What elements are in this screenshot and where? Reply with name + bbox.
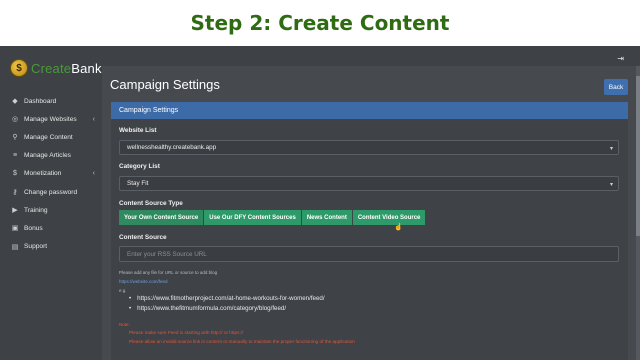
sidebar-item-label: Bonus	[24, 224, 43, 232]
sidebar-item-label: Change password	[24, 188, 78, 196]
card-title: Campaign Settings	[111, 102, 628, 119]
sidebar-item-manage-articles[interactable]: ≡ Manage Articles	[0, 147, 102, 165]
rss-source-placeholder: Enter your RSS Source URL	[127, 250, 207, 258]
page-header: Campaign Settings Back	[110, 70, 628, 100]
category-select-value: Stay Fit	[127, 180, 149, 187]
tab-content-video-source[interactable]: Content Video Source	[352, 210, 426, 225]
website-select[interactable]: wellnesshealthy.createbank.app ▾	[119, 140, 619, 155]
sidebar-item-training[interactable]: ▶ Training	[0, 201, 102, 219]
website-list-label: Website List	[119, 127, 157, 134]
scrollbar[interactable]	[636, 66, 640, 360]
content-source-label: Content Source	[119, 234, 167, 241]
sidebar: $ CreateBank ◆ Dashboard ◎ Manage Websites…	[0, 46, 102, 360]
list-item: Please allow an invalid source link in c…	[129, 339, 355, 344]
logo-text: CreateBank	[31, 61, 102, 76]
logout-icon[interactable]: ⇥	[617, 54, 624, 63]
list-item: Please make sure Feed is starting with h…	[129, 330, 244, 335]
website-select-value: wellnesshealthy.createbank.app	[127, 144, 217, 151]
sidebar-item-label: Manage Content	[24, 133, 73, 141]
globe-icon: ◎	[11, 116, 19, 124]
source-type-tabs: Your Own Content Source Use Our DFY Cont…	[119, 210, 426, 225]
sidebar-item-label: Support	[24, 243, 48, 251]
notes-list: Please make sure Feed is starting with h…	[129, 328, 355, 346]
dollar-icon: $	[13, 170, 17, 178]
chevron-down-icon: ▾	[609, 146, 613, 152]
category-select[interactable]: Stay Fit ▾	[119, 176, 619, 191]
mouse-pointer-icon: ☝	[394, 224, 403, 231]
logo-prefix: Create	[31, 60, 72, 76]
chevron-down-icon: ▾	[609, 182, 613, 188]
sidebar-item-monetization[interactable]: $ Monetization ‹	[0, 165, 102, 183]
page-title: Campaign Settings	[110, 77, 220, 92]
createbank-logo[interactable]: $ CreateBank	[10, 58, 102, 78]
coin-logo-icon: $	[10, 59, 28, 77]
sidebar-item-label: Training	[24, 206, 48, 214]
back-button[interactable]: Back	[604, 79, 628, 95]
logo-suffix: Bank	[71, 60, 102, 76]
step-banner: Step 2: Create Content	[0, 0, 640, 46]
sidebar-item-change-password[interactable]: ⚷ Change password	[0, 183, 102, 201]
main-content: Campaign Settings Back Campaign Settings…	[102, 66, 640, 360]
tab-news-content[interactable]: News Content	[301, 210, 352, 225]
example-label: e.g.	[119, 288, 127, 293]
content-source-type-label: Content Source Type	[119, 200, 183, 207]
campaign-settings-card: Campaign Settings Website List wellnessh…	[111, 102, 628, 360]
sidebar-nav: ◆ Dashboard ◎ Manage Websites ‹ ⚲ Manage Con…	[0, 92, 102, 256]
scrollbar-thumb[interactable]	[636, 76, 640, 236]
support-icon: ▤	[11, 243, 19, 251]
step-title: Step 2: Create Content	[190, 11, 450, 35]
rss-source-input[interactable]: Enter your RSS Source URL	[119, 246, 619, 262]
search-icon: ⚲	[12, 134, 18, 142]
app-window: $ CreateBank ◆ Dashboard ◎ Manage Websites…	[0, 46, 640, 360]
list-icon: ≡	[12, 152, 18, 160]
sidebar-item-label: Monetization	[24, 170, 62, 178]
sidebar-item-label: Manage Articles	[24, 152, 71, 160]
list-item: https://www.fitmotherproject.com/at-home…	[129, 293, 324, 303]
key-icon: ⚷	[12, 189, 18, 197]
chevron-left-icon: ‹	[92, 170, 95, 178]
helper-link[interactable]: https://website.com/feed	[119, 279, 168, 284]
sidebar-item-manage-content[interactable]: ⚲ Manage Content	[0, 128, 102, 146]
list-item: https://www.thefitmumformula.com/categor…	[129, 303, 325, 313]
chevron-left-icon: ‹	[92, 115, 95, 123]
video-icon: ▶	[12, 207, 18, 215]
category-list-label: Category List	[119, 163, 160, 170]
feed-examples: https://www.fitmotherproject.com/at-home…	[129, 293, 325, 313]
tab-own-content-source[interactable]: Your Own Content Source	[119, 210, 204, 225]
helper-text: Please add any file for URL or source to…	[119, 270, 218, 275]
note-label: Note:	[119, 322, 130, 327]
palette-icon: ◆	[12, 98, 18, 106]
sidebar-item-dashboard[interactable]: ◆ Dashboard	[0, 92, 102, 110]
tab-dfy-content-sources[interactable]: Use Our DFY Content Sources	[204, 210, 301, 225]
sidebar-item-support[interactable]: ▤ Support	[0, 238, 102, 256]
sidebar-item-label: Dashboard	[24, 97, 57, 105]
sidebar-item-bonus[interactable]: ▣ Bonus	[0, 219, 102, 237]
sidebar-item-label: Manage Websites	[24, 115, 77, 123]
gift-icon: ▣	[11, 225, 19, 233]
sidebar-item-manage-websites[interactable]: ◎ Manage Websites ‹	[0, 110, 102, 128]
